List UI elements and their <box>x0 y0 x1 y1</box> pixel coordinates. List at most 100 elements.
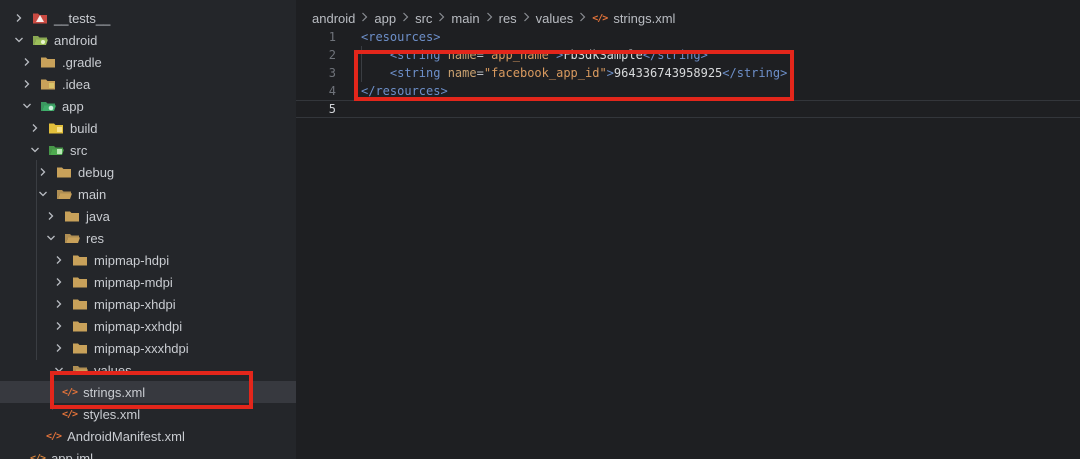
tree-item-src[interactable]: src <box>0 139 296 161</box>
tree-item-mipmap-mdpi[interactable]: mipmap-mdpi <box>0 271 296 293</box>
tree-item-java[interactable]: java <box>0 205 296 227</box>
chevron-right-icon <box>402 12 409 25</box>
breadcrumb-item[interactable]: main <box>451 11 479 26</box>
chevron-right-icon[interactable] <box>54 275 64 289</box>
explorer-sidebar: __tests__android .gradle .idea app build src d… <box>0 0 296 459</box>
tree-item-label: build <box>70 120 98 136</box>
chevron-right-icon[interactable] <box>14 11 24 25</box>
chevron-down-icon[interactable] <box>38 187 48 201</box>
chevron-right-icon[interactable] <box>22 55 32 69</box>
tree-item-tests[interactable]: __tests__ <box>0 7 296 29</box>
code-line[interactable]: 2 <string name="app_name">FbSdkSample</s… <box>296 46 1080 64</box>
tree-item-mipmap-xhdpi[interactable]: mipmap-xhdpi <box>0 293 296 315</box>
code-text: <string name="app_name">FbSdkSample</str… <box>361 48 708 62</box>
folder-icon <box>56 165 72 179</box>
tree-item-strings-xml[interactable]: </> strings.xml <box>0 381 296 403</box>
tree-item-label: mipmap-hdpi <box>94 252 170 268</box>
code-token-close: > <box>606 66 614 80</box>
code-text: <string name="facebook_app_id">964336743… <box>361 66 787 80</box>
code-token-open: </resources> <box>361 84 448 98</box>
breadcrumb-item[interactable]: src <box>415 11 432 26</box>
tree-item-android[interactable]: android <box>0 29 296 51</box>
tree-item-styles-xml[interactable]: </> styles.xml <box>0 403 296 425</box>
code-token-val: "app_name" <box>483 48 557 62</box>
folder-icon <box>72 297 88 311</box>
code-line[interactable]: 4 </resources> <box>296 82 1080 100</box>
tree-item-androidmanifest-xml[interactable]: </> AndroidManifest.xml <box>0 425 296 447</box>
folder-icon <box>40 55 56 69</box>
chevron-down-icon[interactable] <box>46 231 56 245</box>
src-folder-icon <box>48 143 64 157</box>
folder-icon <box>64 209 80 223</box>
chevron-right-icon[interactable] <box>22 77 32 91</box>
tree-item-res[interactable]: res <box>0 227 296 249</box>
iml-file-icon: </> <box>30 452 46 459</box>
chevron-right-icon[interactable] <box>30 121 40 135</box>
code-text: <resources> <box>361 30 440 44</box>
tree-item-label: .idea <box>62 76 91 92</box>
tree-item-debug[interactable]: debug <box>0 161 296 183</box>
tree-item-values[interactable]: values <box>0 359 296 381</box>
tree-item-idea[interactable]: .idea <box>0 73 296 95</box>
chevron-right-icon <box>523 12 530 25</box>
code-token-val: "facebook_app_id" <box>483 66 607 80</box>
tree-item-label: app <box>62 98 84 114</box>
breadcrumb-item[interactable]: strings.xml <box>613 11 675 26</box>
tree-item-app-iml[interactable]: </> app.iml <box>0 447 296 459</box>
folder-icon <box>72 253 88 267</box>
tree-item-label: mipmap-xxhdpi <box>94 318 183 334</box>
code-line[interactable]: 1 <resources> <box>296 28 1080 46</box>
chevron-right-icon[interactable] <box>54 341 64 355</box>
chevron-right-icon[interactable] <box>54 297 64 311</box>
code-token-open: <string <box>389 48 441 62</box>
code-token-eq: = <box>476 66 484 80</box>
code-line[interactable]: 3 <string name="facebook_app_id">9643367… <box>296 64 1080 82</box>
tree-item-app[interactable]: app <box>0 95 296 117</box>
tree-item-mipmap-hdpi[interactable]: mipmap-hdpi <box>0 249 296 271</box>
folder-icon <box>72 341 88 355</box>
chevron-down-icon[interactable] <box>54 363 64 377</box>
line-number: 1 <box>328 30 336 44</box>
tree-item-label: __tests__ <box>54 10 111 26</box>
tree-item-label: res <box>86 230 105 246</box>
tree-item-main[interactable]: main <box>0 183 296 205</box>
folder-icon <box>72 275 88 289</box>
tree-item-mipmap-xxxhdpi[interactable]: mipmap-xxxhdpi <box>0 337 296 359</box>
tree-item-label: values <box>94 362 132 378</box>
code-line[interactable]: 5 <box>296 100 1080 118</box>
chevron-down-icon[interactable] <box>14 33 24 47</box>
chevron-right-icon[interactable] <box>46 209 56 223</box>
code-token-open: <resources> <box>361 30 441 44</box>
chevron-right-icon[interactable] <box>54 253 64 267</box>
chevron-down-icon[interactable] <box>30 143 40 157</box>
xml-file-icon: </> <box>592 12 608 24</box>
tree-item-build[interactable]: build <box>0 117 296 139</box>
code-token-text: FbSdkSample <box>563 48 643 62</box>
android-folder-icon <box>32 33 48 47</box>
breadcrumb-item[interactable]: android <box>312 11 355 26</box>
chevron-down-icon[interactable] <box>22 99 32 113</box>
code-token-indent <box>361 66 390 80</box>
breadcrumb-item[interactable]: values <box>536 11 574 26</box>
code-token-attr: name <box>440 66 477 80</box>
code-token-end: </string> <box>722 66 788 80</box>
chevron-right-icon <box>579 12 586 25</box>
tree-item-label: mipmap-mdpi <box>94 274 173 290</box>
xml-file-icon: </> <box>62 408 78 420</box>
tree-item-label: debug <box>78 164 115 180</box>
chevron-right-icon[interactable] <box>54 319 64 333</box>
line-number: 4 <box>328 84 336 98</box>
tree-item-label: main <box>78 186 107 202</box>
tree-item-mipmap-xxhdpi[interactable]: mipmap-xxhdpi <box>0 315 296 337</box>
code-token-end: </string> <box>642 48 708 62</box>
breadcrumb-item[interactable]: app <box>374 11 396 26</box>
tree-item-gradle[interactable]: .gradle <box>0 51 296 73</box>
code-token-indent <box>361 48 390 62</box>
code-editor[interactable]: android app src main res values </> strings.xml… <box>296 0 1080 459</box>
tree-item-label: mipmap-xxxhdpi <box>94 340 189 356</box>
chevron-right-icon[interactable] <box>38 165 48 179</box>
xml-file-icon: </> <box>62 386 78 398</box>
line-number: 3 <box>328 66 336 80</box>
breadcrumb-item[interactable]: res <box>499 11 517 26</box>
line-number: 2 <box>328 48 336 62</box>
